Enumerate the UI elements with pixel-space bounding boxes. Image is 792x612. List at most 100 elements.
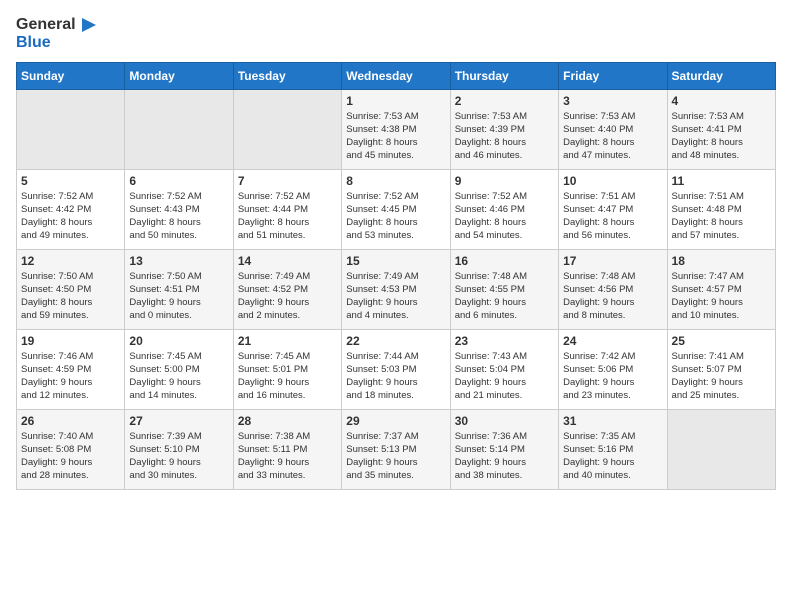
day-number: 28: [238, 414, 337, 428]
day-info: Sunrise: 7:53 AM Sunset: 4:41 PM Dayligh…: [672, 110, 771, 163]
day-number: 17: [563, 254, 662, 268]
calendar-cell: 5Sunrise: 7:52 AM Sunset: 4:42 PM Daylig…: [17, 169, 125, 249]
day-number: 3: [563, 94, 662, 108]
day-info: Sunrise: 7:43 AM Sunset: 5:04 PM Dayligh…: [455, 350, 554, 403]
weekday-header-thursday: Thursday: [450, 62, 558, 89]
day-info: Sunrise: 7:41 AM Sunset: 5:07 PM Dayligh…: [672, 350, 771, 403]
weekday-header-row: SundayMondayTuesdayWednesdayThursdayFrid…: [17, 62, 776, 89]
calendar-week-row: 19 Sunrise: 7:46 AM Sunset: 4:59 PM Dayli…: [17, 329, 776, 409]
calendar-week-row: 1 Sunrise: 7:53 AM Sunset: 4:38 PM Daylig…: [17, 89, 776, 169]
day-number: 11: [672, 174, 771, 188]
calendar-cell: 17 Sunrise: 7:48 AM Sunset: 4:56 PM Dayli…: [559, 249, 667, 329]
weekday-header-saturday: Saturday: [667, 62, 775, 89]
day-number: 18: [672, 254, 771, 268]
calendar-cell: 29Sunrise: 7:37 AM Sunset: 5:13 PM Dayli…: [342, 409, 450, 489]
day-number: 19: [21, 334, 120, 348]
calendar-cell: 14 Sunrise: 7:49 AM Sunset: 4:52 PM Dayli…: [233, 249, 341, 329]
calendar-cell: 11 Sunrise: 7:51 AM Sunset: 4:48 PM Dayli…: [667, 169, 775, 249]
day-info: Sunrise: 7:45 AM Sunset: 5:00 PM Dayligh…: [129, 350, 228, 403]
weekday-header-monday: Monday: [125, 62, 233, 89]
calendar-cell: 4 Sunrise: 7:53 AM Sunset: 4:41 PM Daylig…: [667, 89, 775, 169]
calendar-week-row: 12Sunrise: 7:50 AM Sunset: 4:50 PM Dayli…: [17, 249, 776, 329]
calendar-cell: 30 Sunrise: 7:36 AM Sunset: 5:14 PM Dayli…: [450, 409, 558, 489]
logo-blue: Blue: [16, 34, 96, 52]
day-info: Sunrise: 7:47 AM Sunset: 4:57 PM Dayligh…: [672, 270, 771, 323]
calendar-cell: [667, 409, 775, 489]
day-number: 31: [563, 414, 662, 428]
day-number: 7: [238, 174, 337, 188]
day-info: Sunrise: 7:51 AM Sunset: 4:47 PM Dayligh…: [563, 190, 662, 243]
day-info: Sunrise: 7:48 AM Sunset: 4:55 PM Dayligh…: [455, 270, 554, 323]
day-info: Sunrise: 7:44 AM Sunset: 5:03 PM Dayligh…: [346, 350, 445, 403]
day-number: 5: [21, 174, 120, 188]
calendar-cell: 25Sunrise: 7:41 AM Sunset: 5:07 PM Dayli…: [667, 329, 775, 409]
calendar-cell: 12Sunrise: 7:50 AM Sunset: 4:50 PM Dayli…: [17, 249, 125, 329]
day-info: Sunrise: 7:52 AM Sunset: 4:45 PM Dayligh…: [346, 190, 445, 243]
calendar-cell: 22 Sunrise: 7:44 AM Sunset: 5:03 PM Dayli…: [342, 329, 450, 409]
day-info: Sunrise: 7:52 AM Sunset: 4:46 PM Dayligh…: [455, 190, 554, 243]
day-number: 20: [129, 334, 228, 348]
calendar-cell: 19 Sunrise: 7:46 AM Sunset: 4:59 PM Dayli…: [17, 329, 125, 409]
calendar-cell: 20 Sunrise: 7:45 AM Sunset: 5:00 PM Dayli…: [125, 329, 233, 409]
day-number: 2: [455, 94, 554, 108]
day-info: Sunrise: 7:46 AM Sunset: 4:59 PM Dayligh…: [21, 350, 120, 403]
calendar-cell: [125, 89, 233, 169]
day-number: 24: [563, 334, 662, 348]
day-info: Sunrise: 7:52 AM Sunset: 4:43 PM Dayligh…: [129, 190, 228, 243]
calendar-cell: 13 Sunrise: 7:50 AM Sunset: 4:51 PM Dayli…: [125, 249, 233, 329]
day-number: 6: [129, 174, 228, 188]
day-info: Sunrise: 7:48 AM Sunset: 4:56 PM Dayligh…: [563, 270, 662, 323]
day-info: Sunrise: 7:50 AM Sunset: 4:51 PM Dayligh…: [129, 270, 228, 323]
day-info: Sunrise: 7:53 AM Sunset: 4:38 PM Dayligh…: [346, 110, 445, 163]
day-number: 10: [563, 174, 662, 188]
calendar-cell: 24 Sunrise: 7:42 AM Sunset: 5:06 PM Dayli…: [559, 329, 667, 409]
day-number: 21: [238, 334, 337, 348]
page-header: General Blue: [16, 16, 776, 52]
weekday-header-tuesday: Tuesday: [233, 62, 341, 89]
logo: General Blue: [16, 16, 96, 52]
calendar-cell: 6 Sunrise: 7:52 AM Sunset: 4:43 PM Daylig…: [125, 169, 233, 249]
logo-general: General: [16, 16, 76, 34]
calendar-cell: 21 Sunrise: 7:45 AM Sunset: 5:01 PM Dayli…: [233, 329, 341, 409]
day-info: Sunrise: 7:52 AM Sunset: 4:44 PM Dayligh…: [238, 190, 337, 243]
calendar-week-row: 26 Sunrise: 7:40 AM Sunset: 5:08 PM Dayli…: [17, 409, 776, 489]
day-number: 13: [129, 254, 228, 268]
calendar-cell: 15 Sunrise: 7:49 AM Sunset: 4:53 PM Dayli…: [342, 249, 450, 329]
calendar-cell: 10 Sunrise: 7:51 AM Sunset: 4:47 PM Dayli…: [559, 169, 667, 249]
calendar-cell: 1 Sunrise: 7:53 AM Sunset: 4:38 PM Daylig…: [342, 89, 450, 169]
calendar-cell: 8 Sunrise: 7:52 AM Sunset: 4:45 PM Daylig…: [342, 169, 450, 249]
calendar-cell: 18 Sunrise: 7:47 AM Sunset: 4:57 PM Dayli…: [667, 249, 775, 329]
calendar-cell: [233, 89, 341, 169]
day-info: Sunrise: 7:45 AM Sunset: 5:01 PM Dayligh…: [238, 350, 337, 403]
day-number: 4: [672, 94, 771, 108]
weekday-header-friday: Friday: [559, 62, 667, 89]
calendar-cell: 27Sunrise: 7:39 AM Sunset: 5:10 PM Dayli…: [125, 409, 233, 489]
day-number: 22: [346, 334, 445, 348]
day-info: Sunrise: 7:40 AM Sunset: 5:08 PM Dayligh…: [21, 430, 120, 483]
day-number: 30: [455, 414, 554, 428]
calendar-cell: 26 Sunrise: 7:40 AM Sunset: 5:08 PM Dayli…: [17, 409, 125, 489]
day-info: Sunrise: 7:49 AM Sunset: 4:52 PM Dayligh…: [238, 270, 337, 323]
day-number: 14: [238, 254, 337, 268]
day-info: Sunrise: 7:49 AM Sunset: 4:53 PM Dayligh…: [346, 270, 445, 323]
calendar-cell: 31Sunrise: 7:35 AM Sunset: 5:16 PM Dayli…: [559, 409, 667, 489]
calendar-cell: 7 Sunrise: 7:52 AM Sunset: 4:44 PM Daylig…: [233, 169, 341, 249]
day-number: 1: [346, 94, 445, 108]
day-number: 8: [346, 174, 445, 188]
calendar-cell: [17, 89, 125, 169]
calendar-cell: 16 Sunrise: 7:48 AM Sunset: 4:55 PM Dayli…: [450, 249, 558, 329]
day-number: 9: [455, 174, 554, 188]
day-number: 26: [21, 414, 120, 428]
day-info: Sunrise: 7:42 AM Sunset: 5:06 PM Dayligh…: [563, 350, 662, 403]
calendar-cell: 2Sunrise: 7:53 AM Sunset: 4:39 PM Daylig…: [450, 89, 558, 169]
day-number: 16: [455, 254, 554, 268]
day-info: Sunrise: 7:38 AM Sunset: 5:11 PM Dayligh…: [238, 430, 337, 483]
day-number: 29: [346, 414, 445, 428]
day-number: 27: [129, 414, 228, 428]
day-number: 15: [346, 254, 445, 268]
weekday-header-wednesday: Wednesday: [342, 62, 450, 89]
day-info: Sunrise: 7:51 AM Sunset: 4:48 PM Dayligh…: [672, 190, 771, 243]
day-info: Sunrise: 7:36 AM Sunset: 5:14 PM Dayligh…: [455, 430, 554, 483]
day-number: 23: [455, 334, 554, 348]
calendar-cell: 23 Sunrise: 7:43 AM Sunset: 5:04 PM Dayli…: [450, 329, 558, 409]
